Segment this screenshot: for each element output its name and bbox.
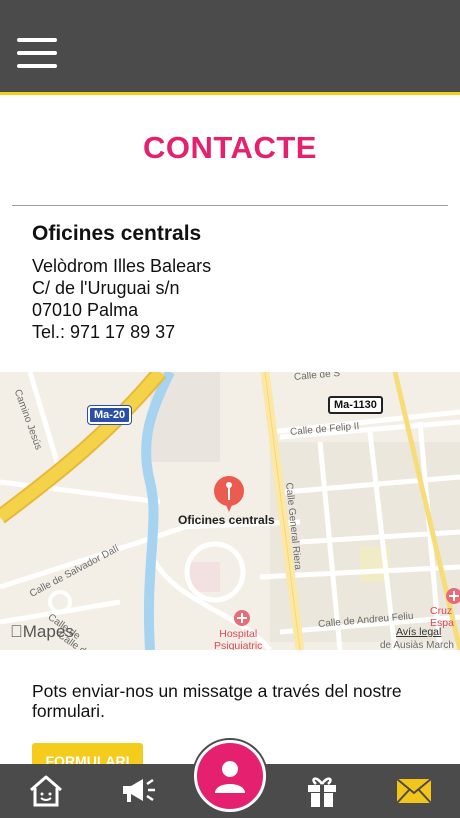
tab-contact[interactable]: [384, 764, 444, 818]
user-icon: [215, 761, 245, 793]
profile-button[interactable]: [194, 740, 266, 812]
road-badge-ma1130: Ma-1130: [328, 396, 383, 414]
address-line-2: C/ de l'Uruguai s/n: [32, 278, 180, 298]
page-title: CONTACTE: [143, 130, 317, 165]
top-bar-accent-line: [0, 92, 460, 95]
maps-brand: Mapes: [10, 622, 74, 641]
megaphone-icon: [123, 778, 155, 802]
address-line-3: 07010 Palma: [32, 300, 139, 320]
tab-home[interactable]: [16, 764, 76, 818]
phone-number[interactable]: Tel.: 971 17 89 37: [32, 322, 175, 343]
title-divider: [12, 205, 448, 206]
gift-icon: [308, 777, 336, 807]
apple-logo-icon: : [10, 622, 23, 641]
hamburger-menu-icon[interactable]: [17, 38, 57, 70]
home-icon: [30, 775, 62, 807]
map-view[interactable]: Camino Jesús Calle de S Calle de Felip I…: [0, 372, 460, 650]
office-name: Oficines centrals: [32, 222, 202, 245]
form-description: Pots enviar-nos un missatge a través del…: [32, 681, 402, 721]
map-pin-label: Oficines centrals: [178, 513, 275, 527]
top-bar: [0, 0, 460, 92]
hospital-icon: [234, 610, 250, 626]
street-label: de Ausiàs March: [380, 640, 454, 650]
address-line-1: Velòdrom Illes Balears: [32, 256, 212, 276]
map-pin-icon: [214, 476, 244, 512]
map-background: [0, 372, 460, 650]
tab-gifts[interactable]: [292, 764, 352, 818]
tab-news[interactable]: [108, 764, 168, 818]
mail-icon: [396, 778, 432, 804]
hospital-label: Hospital Psiquiatric: [214, 628, 263, 650]
road-badge-ma20: Ma-20: [88, 406, 132, 424]
legal-link[interactable]: Avís legal: [396, 626, 441, 638]
